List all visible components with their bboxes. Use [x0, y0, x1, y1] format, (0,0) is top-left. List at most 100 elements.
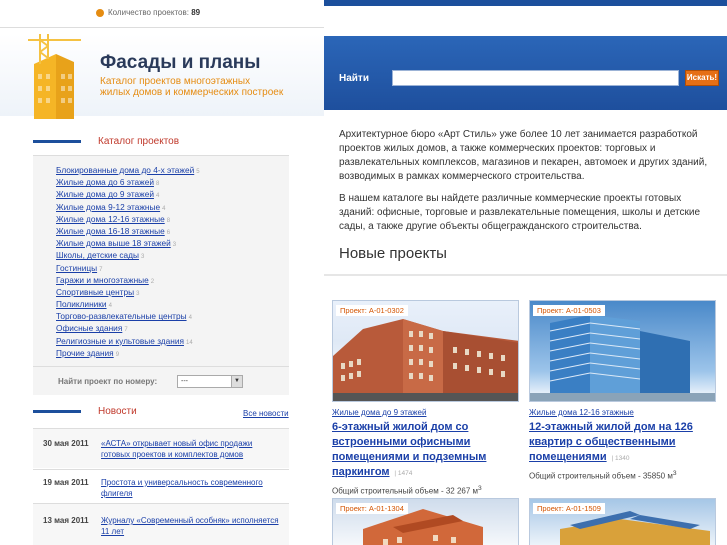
- catalog-item: Блокированные дома до 4-х этажей 5: [56, 164, 200, 176]
- project-finder-label: Найти проект по номеру:: [58, 377, 158, 386]
- project-count: Количество проектов: 89: [108, 8, 201, 17]
- news-item: 30 мая 2011 «АСТА» открывает новый офис …: [33, 428, 289, 468]
- catalog-item: Школы, детские сады 3: [56, 249, 200, 261]
- site-subtitle: Каталог проектов многоэтажных жилых домо…: [100, 76, 284, 98]
- catalog-item-count: 3: [140, 254, 145, 261]
- catalog-item-link[interactable]: Торгово-развлекательные центры: [56, 311, 187, 321]
- project-number: | 1474: [392, 470, 413, 477]
- bullet-icon: [96, 9, 104, 17]
- new-projects-title: Новые проекты: [339, 245, 447, 262]
- catalog-item: Жилые дома 12-16 этажные 8: [56, 213, 200, 225]
- catalog-panel: Блокированные дома до 4-х этажей 5 Жилые д…: [33, 155, 289, 395]
- catalog-item-link[interactable]: Жилые дома 12-16 этажные: [56, 214, 165, 224]
- news-link[interactable]: «АСТА» открывает новый офис продажи гото…: [101, 438, 283, 460]
- catalog-item: Офисные здания 7: [56, 322, 200, 334]
- catalog-item-link[interactable]: Религиозные и культовые здания: [56, 336, 184, 346]
- top-bar: Количество проектов: 89: [0, 0, 727, 28]
- catalog-item-count: 8: [166, 217, 171, 224]
- catalog-item-count: 7: [124, 327, 128, 334]
- catalog-item-link[interactable]: Офисные здания: [56, 323, 122, 333]
- catalog-item-count: 4: [108, 303, 112, 310]
- intro-paragraph: Архитектурное бюро «Арт Стиль» уже более…: [339, 129, 708, 182]
- project-number-select[interactable]: --- ▼: [177, 375, 243, 388]
- catalog-item: Торгово-развлекательные центры 4: [56, 310, 200, 322]
- search-button[interactable]: Искать!: [685, 70, 719, 86]
- project-category-link[interactable]: Жилые дома 12-16 этажные: [529, 408, 634, 417]
- intro-text: Архитектурное бюро «Арт Стиль» уже более…: [339, 128, 719, 242]
- project-image[interactable]: Проект: А-01-1509: [529, 498, 716, 545]
- catalog-item: Спортивные центры 3: [56, 286, 200, 298]
- search-label: Найти: [339, 73, 369, 84]
- catalog-item-count: 4: [188, 315, 192, 322]
- project-image[interactable]: Проект: А-01-0302: [332, 300, 519, 402]
- catalog-item: Гостиницы 7: [56, 262, 200, 274]
- all-news-link[interactable]: Все новости: [243, 409, 289, 418]
- project-card: Проект: А-01-0503 Жилые дома 12-16 этажн…: [529, 300, 716, 490]
- project-tag: Проект: А-01-0503: [533, 305, 605, 316]
- catalog-item: Прочие здания 9: [56, 347, 200, 359]
- catalog-item-link[interactable]: Жилые дома до 6 этажей: [56, 177, 154, 187]
- project-card: Проект: А-01-1304: [332, 498, 519, 545]
- catalog-heading-bar: [33, 140, 81, 143]
- project-image[interactable]: Проект: А-01-0503: [529, 300, 716, 402]
- catalog-item: Жилые дома 9-12 этажные 4: [56, 201, 200, 213]
- divider: [324, 274, 727, 276]
- chevron-down-icon: ▼: [231, 376, 242, 387]
- news-date: 30 мая 2011: [43, 439, 89, 448]
- catalog-item-link[interactable]: Жилые дома 9-12 этажные: [56, 202, 160, 212]
- catalog-item-link[interactable]: Поликлиники: [56, 299, 107, 309]
- project-tag: Проект: А-01-0302: [336, 305, 408, 316]
- catalog-item-count: 4: [155, 193, 160, 200]
- catalog-item-link[interactable]: Гаражи и многоэтажные: [56, 275, 149, 285]
- catalog-item-link[interactable]: Жилые дома выше 18 этажей: [56, 238, 171, 248]
- search-bar: Найти Искать!: [324, 36, 727, 110]
- project-name: 12-этажный жилой дом на 126 квартир с об…: [529, 420, 709, 466]
- catalog-item-count: 3: [172, 242, 177, 249]
- catalog-item: Поликлиники 4: [56, 298, 200, 310]
- news-item: 19 мая 2011 Простота и универсальность с…: [33, 469, 289, 502]
- catalog-item-link[interactable]: Жилые дома до 9 этажей: [56, 189, 154, 199]
- catalog-item: Гаражи и многоэтажные 2: [56, 274, 200, 286]
- catalog-item-count: 7: [99, 266, 103, 273]
- catalog-item-count: 5: [196, 169, 200, 175]
- intro-paragraph: В нашем каталоге вы найдете различные ко…: [339, 193, 701, 232]
- project-number: | 1340: [609, 455, 630, 462]
- project-category-link[interactable]: Жилые дома до 9 этажей: [332, 408, 426, 417]
- catalog-item: Жилые дома до 9 этажей 4: [56, 188, 200, 200]
- news-item: 13 мая 2011 Журналу «Современный особняк…: [33, 503, 289, 545]
- project-card: Проект: А-01-0302 Жилые дома до 9 этажей…: [332, 300, 519, 500]
- catalog-item-link[interactable]: Спортивные центры: [56, 287, 134, 297]
- project-image[interactable]: Проект: А-01-1304: [332, 498, 519, 545]
- crane-logo-icon[interactable]: [26, 34, 86, 119]
- news-heading-bar: [33, 410, 81, 413]
- catalog-item: Жилые дома выше 18 этажей 3: [56, 237, 200, 249]
- catalog-item-link[interactable]: Школы, детские сады: [56, 250, 139, 260]
- project-volume: Общий строительный объем - 35850 м3: [529, 470, 677, 481]
- catalog-list: Блокированные дома до 4-х этажей 5 Жилые д…: [56, 164, 200, 359]
- site-header: Фасады и планы Каталог проектов многоэта…: [0, 34, 324, 119]
- catalog-item-count: 9: [115, 351, 120, 358]
- news-link[interactable]: Простота и универсальность современного …: [101, 477, 283, 499]
- project-tag: Проект: А-01-1304: [336, 503, 408, 514]
- site-title[interactable]: Фасады и планы: [100, 52, 261, 74]
- catalog-item-count: 8: [155, 181, 160, 188]
- news-date: 19 мая 2011: [43, 478, 89, 487]
- catalog-item-count: 4: [162, 205, 166, 212]
- news-link[interactable]: Журналу «Современный особняк» исполняетс…: [101, 515, 283, 537]
- news-date: 13 мая 2011: [43, 516, 89, 525]
- catalog-item-link[interactable]: Жилые дома 16-18 этажные: [56, 226, 165, 236]
- project-card: Проект: А-01-1509: [529, 498, 716, 545]
- news-title: Новости: [98, 406, 137, 417]
- catalog-item-link[interactable]: Прочие здания: [56, 348, 114, 358]
- catalog-title: Каталог проектов: [98, 136, 180, 147]
- project-name: 6-этажный жилой дом со встроенными офисн…: [332, 420, 512, 481]
- catalog-item-link[interactable]: Гостиницы: [56, 263, 97, 273]
- project-finder: Найти проект по номеру: --- ▼: [33, 366, 289, 396]
- catalog-item: Религиозные и культовые здания 14: [56, 335, 200, 347]
- catalog-item-count: 14: [185, 339, 193, 346]
- catalog-item: Жилые дома до 6 этажей 8: [56, 176, 200, 188]
- search-input[interactable]: [392, 70, 679, 86]
- catalog-item-count: 2: [150, 278, 155, 285]
- catalog-item-link[interactable]: Блокированные дома до 4-х этажей: [56, 165, 194, 175]
- project-tag: Проект: А-01-1509: [533, 503, 605, 514]
